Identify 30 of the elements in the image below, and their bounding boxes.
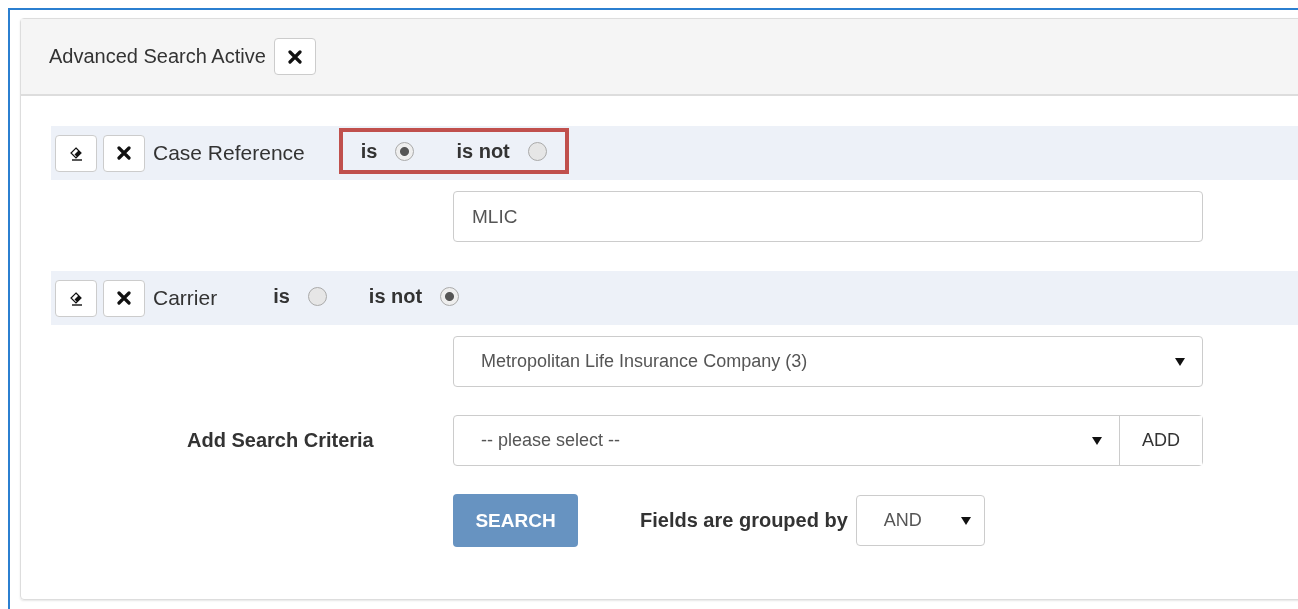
criteria-select[interactable]: -- please select -- ADD: [453, 415, 1203, 466]
eraser-icon: [68, 145, 84, 161]
close-icon: [287, 49, 302, 64]
option-label: is not: [368, 284, 423, 308]
remove-button[interactable]: [103, 134, 145, 172]
field-label: Fields are grouped by: [640, 509, 848, 532]
criterion-label: Case Reference: [153, 141, 305, 165]
close-icon: [117, 291, 131, 305]
caret-icon: [959, 514, 972, 527]
close-icon: [117, 146, 131, 160]
radio-button[interactable]: [440, 286, 460, 306]
clear-button[interactable]: [55, 279, 97, 317]
panel-title: Advanced Search Active: [49, 45, 266, 68]
criterion-label: Carrier: [153, 286, 218, 310]
option-label: is: [360, 139, 378, 163]
text-field[interactable]: MLIC: [453, 191, 1203, 242]
field-label: Add Search Criteria: [187, 429, 375, 452]
eraser-icon: [68, 290, 84, 306]
option-label: is: [273, 284, 290, 308]
radio-button[interactable]: [395, 141, 415, 161]
grouping-select[interactable]: AND: [855, 495, 985, 546]
select-field[interactable]: Metropolitan Life Insurance Company (3): [453, 336, 1203, 387]
caret-icon: [1174, 355, 1186, 368]
close-button[interactable]: [273, 38, 316, 75]
radio-button[interactable]: [307, 286, 327, 306]
remove-button[interactable]: [103, 279, 145, 317]
radio-button[interactable]: [527, 141, 547, 161]
clear-button[interactable]: [55, 134, 97, 172]
caret-icon: [1091, 434, 1103, 447]
option-label: is not: [456, 139, 510, 163]
